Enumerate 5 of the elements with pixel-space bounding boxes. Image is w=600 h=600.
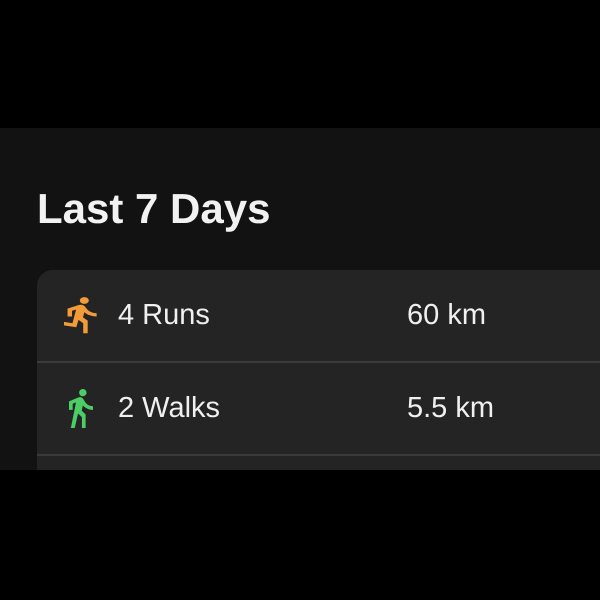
distance-value: 60 km [407,298,486,333]
distance-value: 5.5 km [407,390,494,426]
activity-count-label: 2 Walks [118,390,222,426]
section-title: Last 7 Days [37,188,270,230]
activity-count-label: 4 Runs [118,298,211,333]
